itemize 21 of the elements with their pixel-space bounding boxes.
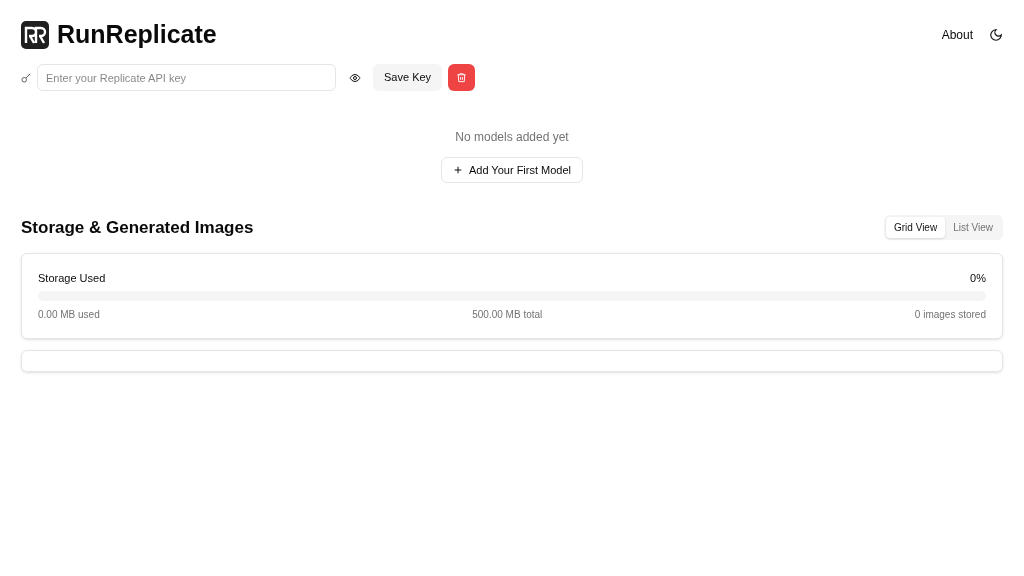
logo-icon bbox=[21, 21, 49, 49]
key-icon bbox=[21, 72, 32, 83]
moon-icon[interactable] bbox=[989, 28, 1003, 42]
eye-icon[interactable] bbox=[349, 71, 361, 84]
storage-percent: 0% bbox=[970, 270, 986, 286]
count-text: 0 images stored bbox=[914, 308, 986, 322]
total-text: 500.00 MB total bbox=[472, 308, 543, 322]
section-title: Storage & Generated Images bbox=[21, 217, 254, 239]
view-tab[interactable]: Grid View bbox=[886, 217, 946, 239]
plus-icon bbox=[452, 165, 463, 175]
view-tab[interactable]: List View bbox=[945, 217, 1001, 239]
used-text: 0.00 MB used bbox=[38, 308, 100, 322]
save-key-button[interactable]: Save Key bbox=[373, 64, 443, 91]
empty-message: No models added yet bbox=[455, 129, 569, 146]
delete-button[interactable] bbox=[448, 64, 476, 91]
add-model-button[interactable]: Add Your First Model bbox=[440, 157, 584, 183]
api-key-field[interactable]: Enter your Replicate API key bbox=[37, 64, 336, 91]
about-link[interactable]: About bbox=[941, 26, 973, 44]
storage-label: Storage Used bbox=[38, 270, 106, 286]
app-title: RunReplicate bbox=[57, 19, 217, 51]
trash-icon bbox=[456, 72, 468, 83]
